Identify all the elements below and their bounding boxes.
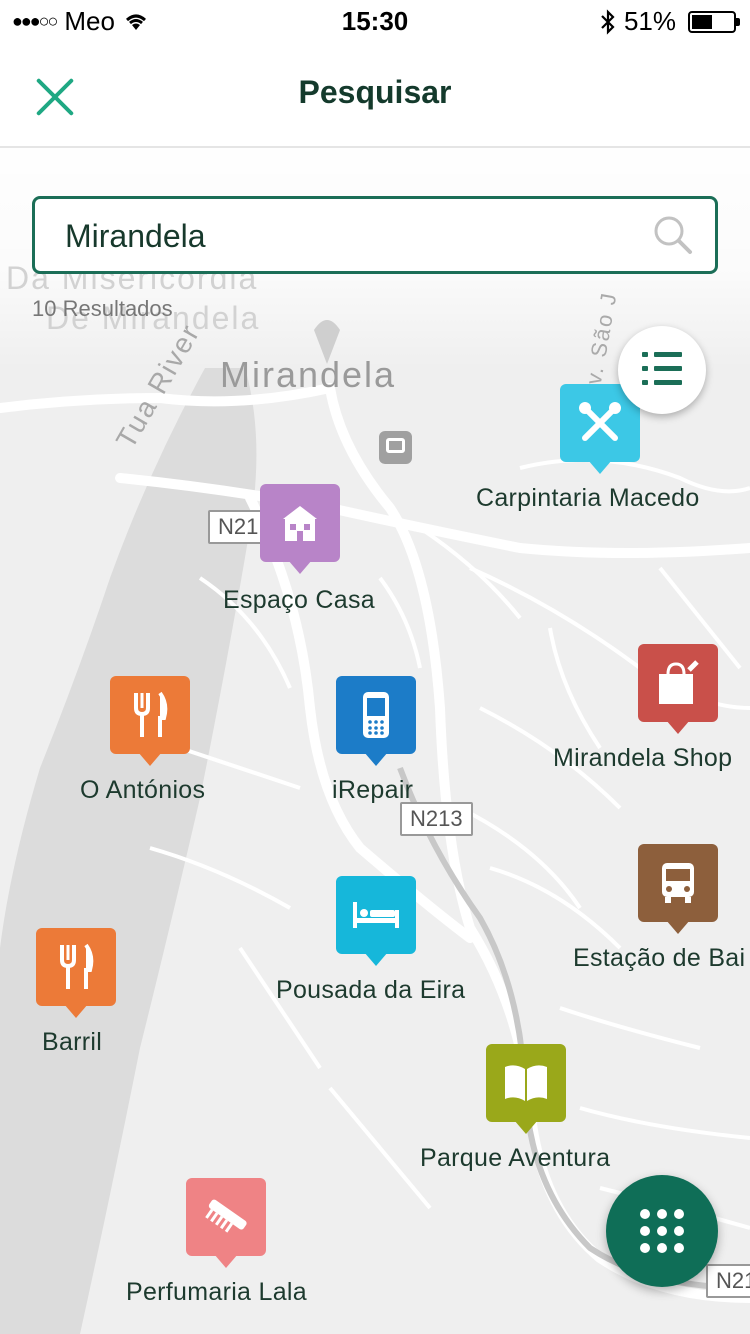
place-pin[interactable] — [336, 876, 416, 966]
restaurant-icon — [60, 943, 94, 989]
place-pin[interactable] — [638, 644, 718, 734]
place-label[interactable]: Carpintaria Macedo — [476, 484, 700, 513]
battery-icon — [688, 10, 740, 33]
place-pin[interactable] — [110, 676, 190, 766]
bus-stop-icon — [379, 431, 412, 464]
page-title: Pesquisar — [298, 74, 452, 110]
map-view[interactable]: Da Misericórdia De Mirandela Mirandela T… — [0, 148, 750, 1334]
list-icon-row — [642, 380, 682, 385]
bed-icon — [353, 902, 399, 928]
place-pin[interactable] — [336, 676, 416, 766]
bus-icon — [662, 863, 694, 903]
list-icon — [642, 352, 682, 357]
place-pin[interactable] — [260, 484, 340, 574]
navigation-header: Pesquisar — [0, 40, 750, 148]
place-label[interactable]: Estação de Bai — [573, 944, 745, 973]
place-label[interactable]: Pousada da Eira — [276, 976, 465, 1005]
place-label[interactable]: Mirandela Shop — [553, 744, 732, 773]
place-pin[interactable] — [186, 1178, 266, 1268]
place-pin[interactable] — [36, 928, 116, 1018]
status-bar: ●●●○○ Meo 15:30 51% — [0, 0, 750, 40]
road-sign-n213: N213 — [400, 802, 473, 836]
battery-percent: 51% — [623, 6, 676, 36]
place-pin[interactable] — [638, 844, 718, 934]
results-count: 10 Resultados — [32, 296, 173, 321]
search-field[interactable] — [32, 196, 718, 274]
search-icon[interactable] — [653, 215, 693, 255]
place-label[interactable]: Parque Aventura — [420, 1144, 610, 1173]
place-label[interactable]: Espaço Casa — [223, 586, 375, 615]
house-icon — [283, 506, 317, 541]
place-label[interactable]: O Antónios — [80, 776, 205, 805]
list-icon-row — [642, 366, 682, 371]
book-icon — [505, 1065, 547, 1101]
place-pin[interactable] — [486, 1044, 566, 1134]
phone-icon — [363, 692, 389, 738]
bluetooth-icon — [601, 8, 615, 35]
search-input[interactable] — [65, 211, 625, 261]
place-label[interactable]: Perfumaria Lala — [126, 1278, 307, 1307]
comb-icon — [205, 1199, 247, 1233]
place-label[interactable]: iRepair — [332, 776, 413, 805]
tools-icon — [579, 402, 621, 441]
city-label: Mirandela — [220, 354, 397, 395]
list-view-button[interactable] — [618, 326, 706, 414]
road-sign-n21: N21 — [706, 1264, 750, 1298]
place-label[interactable]: Barril — [42, 1028, 102, 1057]
categories-grid-button[interactable] — [606, 1175, 718, 1287]
shopping-bag-icon — [659, 660, 699, 704]
restaurant-icon — [134, 691, 168, 737]
